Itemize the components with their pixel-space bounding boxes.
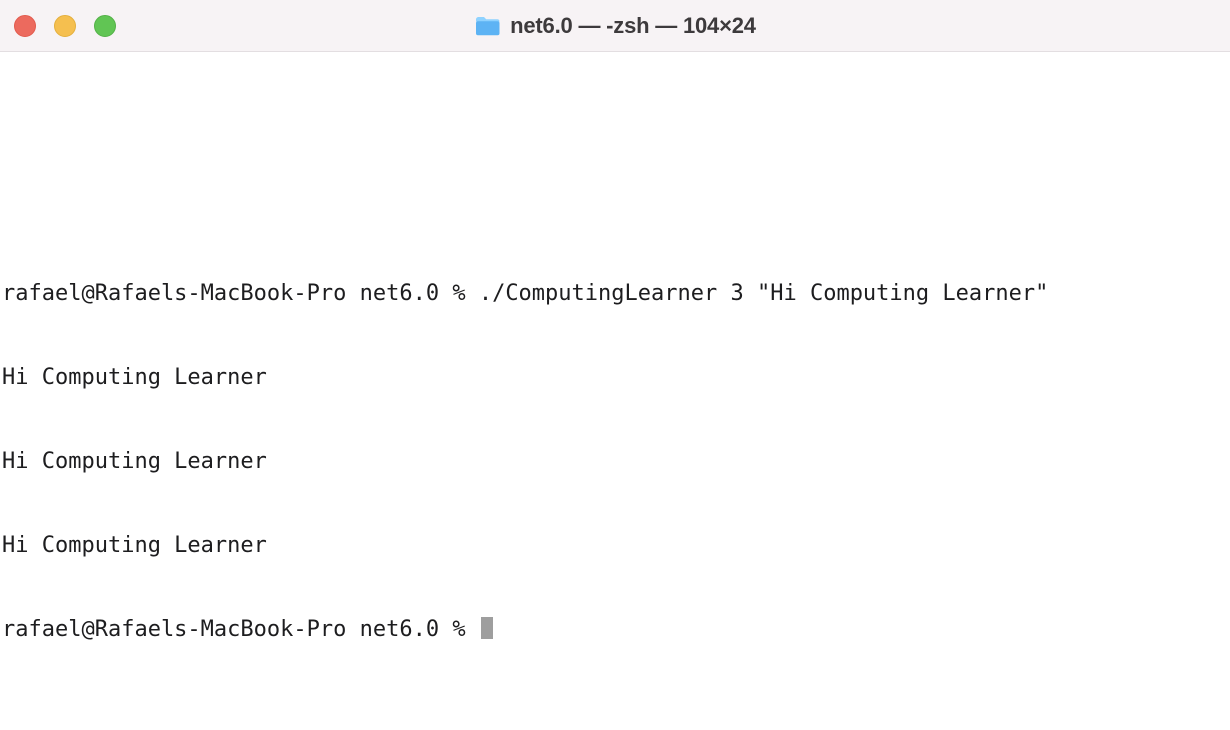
terminal-line: Hi Computing Learner [2, 364, 1230, 392]
window-titlebar: net6.0 — -zsh — 104×24 [0, 0, 1230, 52]
terminal-content: rafael@Rafaels-MacBook-Pro net6.0 % ./Co… [0, 108, 1230, 700]
terminal-line: Hi Computing Learner [2, 448, 1230, 476]
zoom-window-button[interactable] [94, 15, 116, 37]
terminal-cursor [481, 617, 493, 639]
terminal-prompt: rafael@Rafaels-MacBook-Pro net6.0 % [2, 617, 479, 642]
terminal-line: rafael@Rafaels-MacBook-Pro net6.0 % ./Co… [2, 280, 1230, 308]
window-title: net6.0 — -zsh — 104×24 [474, 13, 756, 39]
folder-icon [474, 15, 500, 37]
terminal-prompt-line: rafael@Rafaels-MacBook-Pro net6.0 % [2, 616, 1230, 644]
traffic-lights [14, 15, 116, 37]
window-title-text: net6.0 — -zsh — 104×24 [510, 13, 756, 39]
terminal-line: Hi Computing Learner [2, 532, 1230, 560]
minimize-window-button[interactable] [54, 15, 76, 37]
terminal-body[interactable]: rafael@Rafaels-MacBook-Pro net6.0 % ./Co… [0, 52, 1230, 728]
close-window-button[interactable] [14, 15, 36, 37]
